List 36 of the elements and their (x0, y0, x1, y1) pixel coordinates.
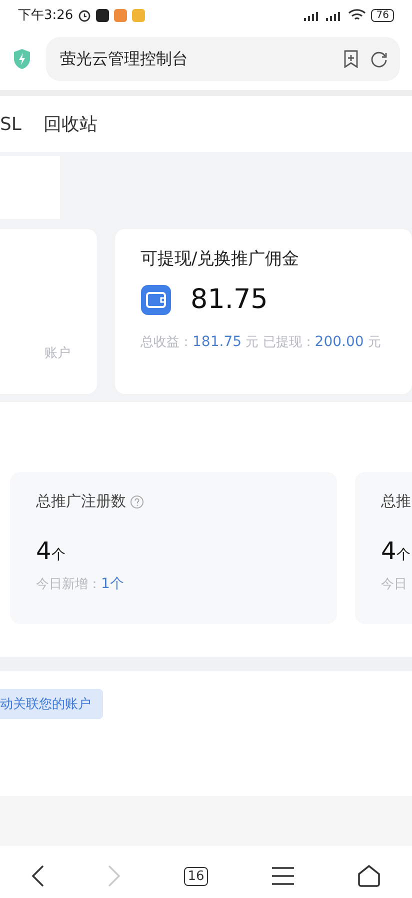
forward-icon (107, 864, 122, 888)
stat-title: 总推广注册数 (36, 492, 126, 511)
summary-text: 总收益：181.75 元 已提现：200.00 元 (140, 333, 382, 351)
app-icon (132, 8, 146, 22)
nav-tab[interactable]: SL (0, 114, 22, 134)
menu-icon (270, 866, 295, 886)
today-label: 今日 (381, 576, 407, 593)
tabs-button[interactable]: 16 (184, 866, 208, 886)
commission-amount: 81.75 (190, 284, 268, 315)
battery-level: 76 (371, 8, 394, 22)
summary-text: 账户 (44, 345, 71, 363)
shield-icon (12, 48, 32, 70)
nav-tab[interactable]: 回收站 (43, 112, 98, 136)
app-icon (96, 8, 110, 22)
stat-unit: 个 (51, 546, 66, 564)
notice-tag: 动关联您的账户 (0, 689, 103, 719)
stat-value: 4 (381, 537, 396, 565)
stat-value: 4 (36, 537, 52, 565)
bookmark-add-icon[interactable] (343, 50, 359, 68)
menu-button[interactable] (270, 866, 295, 886)
alarm-icon (78, 8, 92, 22)
stat-unit: 个 (396, 546, 410, 564)
home-button[interactable] (356, 864, 381, 888)
refresh-icon[interactable] (371, 50, 388, 68)
today-value: 1个 (101, 575, 124, 593)
today-label: 今日新增： (36, 576, 101, 593)
card-title: 可提现/兑换推广佣金 (140, 248, 300, 270)
wallet-icon (140, 284, 171, 314)
wifi-icon (348, 8, 366, 22)
home-icon (356, 864, 381, 888)
back-icon (31, 864, 46, 888)
back-button[interactable] (31, 864, 46, 888)
status-time: 下午3:26 (18, 7, 74, 24)
address-field[interactable]: 萤光云管理控制台 (46, 37, 400, 81)
app-icon (114, 8, 128, 22)
stat-title: 总推 (381, 492, 411, 511)
